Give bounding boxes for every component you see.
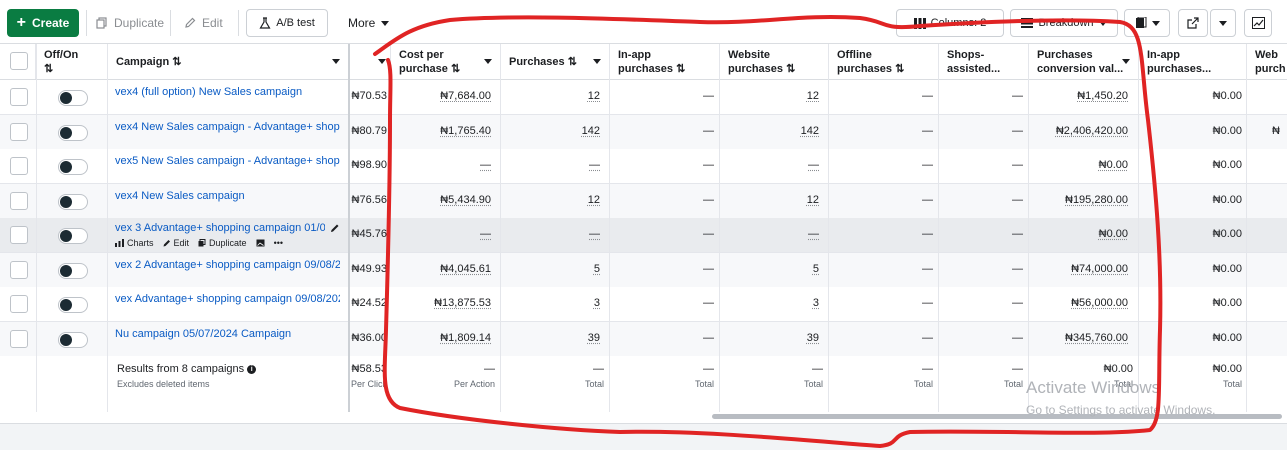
annotation-outline [373, 15, 1163, 448]
